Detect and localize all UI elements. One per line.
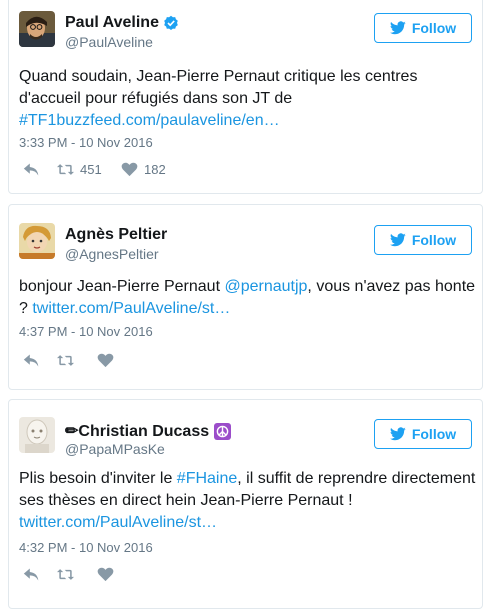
heart-icon [97, 567, 114, 582]
follow-label: Follow [411, 426, 457, 442]
author-name-row: Agnès Peltier [65, 226, 167, 244]
author-handle[interactable]: @PaulAveline [65, 34, 153, 50]
tweet-timestamp[interactable]: 3:33 PM - 10 Nov 2016 [19, 135, 153, 150]
retweet-count: 451 [80, 162, 102, 177]
like-count: 182 [144, 162, 166, 177]
tweet-feed: Paul Aveline @PaulAveline Follow Quand s… [0, 0, 495, 609]
tweet-actions [23, 567, 114, 582]
tweet-text-content: bonjour Jean-Pierre Pernaut [19, 278, 225, 295]
author-handle[interactable]: @PapaMPasKe [65, 441, 165, 457]
tweet-text: bonjour Jean-Pierre Pernaut @pernautjp, … [19, 276, 479, 320]
twitter-bird-icon [389, 21, 406, 35]
tweet-text: Quand soudain, Jean-Pierre Pernaut criti… [19, 66, 479, 132]
like-button[interactable] [97, 353, 114, 368]
heart-icon [121, 162, 138, 177]
retweet-icon [57, 164, 74, 175]
tweet-card: Agnès Peltier @AgnesPeltier Follow bonjo… [8, 204, 483, 390]
tweet-timestamp[interactable]: 4:32 PM - 10 Nov 2016 [19, 540, 153, 555]
follow-button[interactable]: Follow [374, 13, 472, 43]
reply-button[interactable] [23, 567, 57, 582]
reply-icon [23, 354, 39, 367]
tweet-text-content: Quand soudain, Jean-Pierre Pernaut criti… [19, 68, 418, 107]
tweet-text: Plis besoin d'inviter le #FHaine, il suf… [19, 468, 479, 534]
author-name[interactable]: ✏Christian Ducass [65, 421, 209, 441]
author-handle[interactable]: @AgnesPeltier [65, 246, 159, 262]
follow-button[interactable]: Follow [374, 225, 472, 255]
author-name-row: Paul Aveline [65, 14, 179, 32]
author-name[interactable]: Agnès Peltier [65, 226, 167, 244]
follow-label: Follow [411, 20, 457, 36]
tweet-link[interactable]: twitter.com/PaulAveline/st… [32, 300, 230, 317]
like-button[interactable]: 182 [121, 162, 166, 177]
author-name[interactable]: Paul Aveline [65, 14, 159, 32]
reply-button[interactable] [23, 162, 57, 177]
follow-button[interactable]: Follow [374, 419, 472, 449]
mention-link[interactable]: @pernautjp [224, 278, 307, 295]
tweet-card: ✏Christian Ducass @PapaMPasKe Follow Pli… [8, 399, 483, 609]
like-button[interactable] [97, 567, 114, 582]
verified-badge-icon [164, 15, 178, 30]
peace-sign-icon [214, 422, 232, 440]
retweet-button[interactable]: 451 [57, 162, 121, 177]
retweet-button[interactable] [57, 567, 97, 582]
follow-label: Follow [411, 232, 457, 248]
avatar[interactable] [19, 417, 55, 453]
twitter-bird-icon [389, 427, 406, 441]
tweet-text-content: Plis besoin d'inviter le [19, 470, 177, 487]
tweet-card: Paul Aveline @PaulAveline Follow Quand s… [8, 0, 483, 194]
tweet-timestamp[interactable]: 4:37 PM - 10 Nov 2016 [19, 324, 153, 339]
avatar[interactable] [19, 223, 55, 259]
hashtag-link[interactable]: #FHaine [177, 470, 237, 487]
author-name-row: ✏Christian Ducass [65, 421, 232, 441]
twitter-bird-icon [389, 233, 406, 247]
tweet-actions: 451 182 [23, 162, 166, 177]
reply-icon [23, 568, 39, 581]
tweet-link[interactable]: #TF1buzzfeed.com/paulaveline/en… [19, 112, 280, 129]
avatar[interactable] [19, 11, 55, 47]
tweet-link[interactable]: twitter.com/PaulAveline/st… [19, 514, 217, 531]
heart-icon [97, 353, 114, 368]
reply-icon [23, 163, 39, 176]
retweet-icon [57, 569, 74, 580]
reply-button[interactable] [23, 353, 57, 368]
retweet-icon [57, 355, 74, 366]
retweet-button[interactable] [57, 353, 97, 368]
tweet-actions [23, 353, 114, 368]
